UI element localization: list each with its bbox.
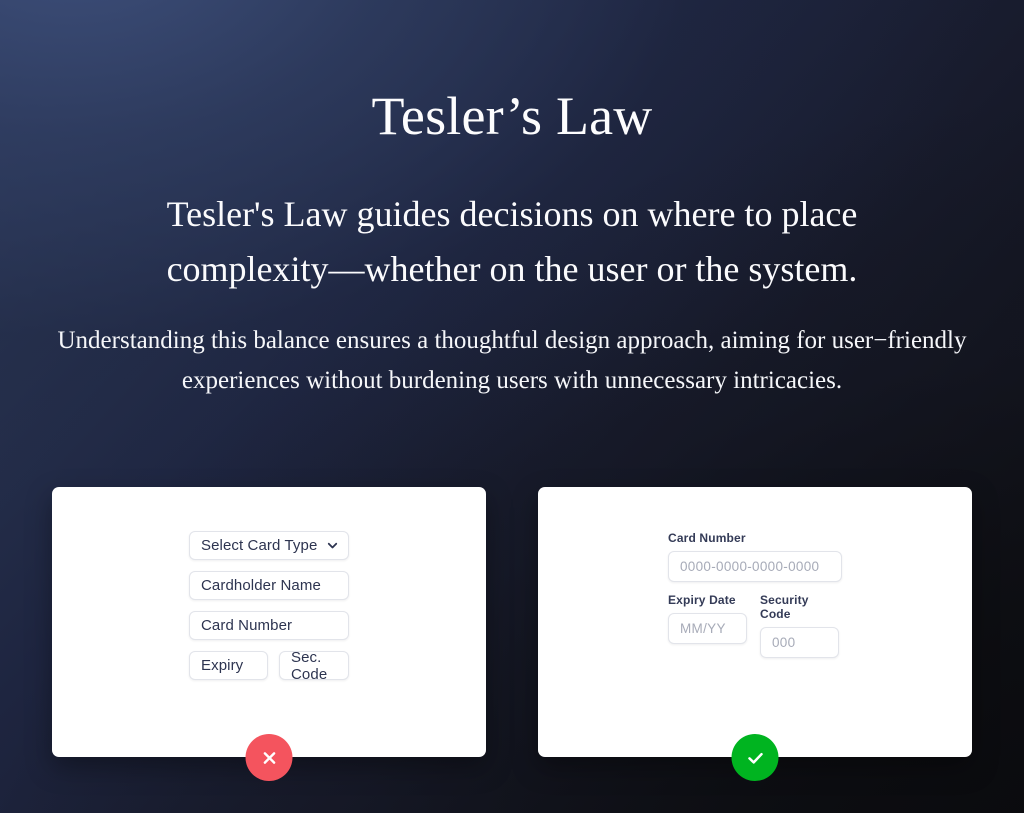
security-code-group: Security Code 000 (760, 593, 839, 658)
card-number-group: Card Number 0000-0000-0000-0000 (668, 531, 842, 582)
expiry-input[interactable]: Expiry (189, 651, 268, 680)
security-code-placeholder: 000 (772, 635, 796, 650)
simple-field-stack: Card Number 0000-0000-0000-0000 Expiry D… (668, 531, 842, 658)
card-number-input[interactable]: Card Number (189, 611, 349, 640)
expiry-date-input[interactable]: MM/YY (668, 613, 747, 644)
card-number-placeholder: 0000-0000-0000-0000 (680, 559, 820, 574)
cardholder-name-input[interactable]: Cardholder Name (189, 571, 349, 600)
security-code-label: Security Code (760, 593, 809, 621)
chevron-down-icon (327, 542, 338, 549)
card-type-select[interactable]: Select Card Type (189, 531, 349, 560)
complex-field-stack: Select Card Type Cardholder Name Card Nu… (189, 531, 349, 683)
hero-body-text: Understanding this balance ensures a tho… (57, 326, 967, 394)
complex-inline-pair: Expiry Sec. Code (189, 648, 349, 683)
close-icon (263, 751, 275, 764)
hero-section: Tesler’s Law Tesler's Law guides decisio… (0, 0, 1024, 401)
security-code-input[interactable]: 000 (760, 627, 839, 658)
expiry-value: Expiry (201, 657, 244, 674)
comparison-card-row: Select Card Type Cardholder Name Card Nu… (52, 487, 972, 781)
security-code-input[interactable]: Sec. Code (279, 648, 349, 683)
card-number-label: Card Number (668, 531, 746, 545)
complex-form-card: Select Card Type Cardholder Name Card Nu… (52, 487, 486, 781)
complex-form: Select Card Type Cardholder Name Card Nu… (52, 487, 486, 683)
security-code-value: Sec. Code (291, 648, 328, 683)
cardholder-name-value: Cardholder Name (201, 577, 321, 594)
simple-form: Card Number 0000-0000-0000-0000 Expiry D… (538, 487, 972, 658)
hero-subtitle: Tesler's Law guides decisions on where t… (166, 194, 858, 289)
expiry-date-label: Expiry Date (668, 593, 736, 607)
expiry-date-placeholder: MM/YY (680, 621, 726, 636)
error-badge (245, 734, 293, 781)
slide-canvas: Tesler’s Law Tesler's Law guides decisio… (0, 0, 1024, 813)
page-title: Tesler’s Law (371, 86, 653, 146)
check-icon (747, 752, 763, 764)
card-number-input[interactable]: 0000-0000-0000-0000 (668, 551, 842, 582)
card-number-value: Card Number (201, 617, 293, 634)
expiry-date-group: Expiry Date MM/YY (668, 593, 747, 658)
simple-form-card: Card Number 0000-0000-0000-0000 Expiry D… (538, 487, 972, 781)
success-badge (731, 734, 779, 781)
card-type-select-value: Select Card Type (201, 537, 318, 554)
simple-inline-row: Expiry Date MM/YY Security Code 000 (668, 593, 842, 658)
